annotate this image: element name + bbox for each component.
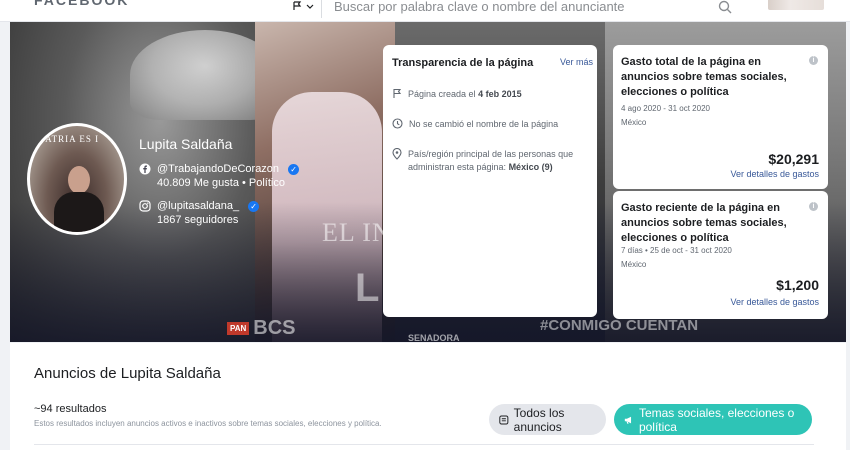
recent-spend-title: Gasto reciente de la página en anuncios … (621, 202, 787, 244)
instagram-row[interactable]: @lupitasaldana_ ✓ 1867 seguidores (139, 200, 260, 226)
total-spend-dates: 4 ago 2020 - 31 oct 2020 (621, 104, 710, 113)
chevron-down-icon (306, 4, 313, 9)
total-spend-title: Gasto total de la página en anuncios sob… (621, 56, 787, 98)
results-title: Anuncios de Lupita Saldaña (34, 365, 221, 382)
profile-body (54, 192, 104, 232)
account-avatar[interactable] (768, 0, 824, 10)
recent-spend-amount: $1,200 (776, 277, 819, 293)
admin-country-row: País/región principal de las personas qu… (392, 148, 582, 174)
flag-icon (393, 88, 402, 98)
top-bar: FACEBOOK Buscar por palabra clave o nomb… (0, 0, 850, 22)
facebook-stats: 40.809 Me gusta • Político (157, 177, 285, 189)
total-spend-country: México (621, 118, 647, 127)
total-spend-details-link[interactable]: Ver detalles de gastos (730, 169, 819, 179)
total-spend-amount: $20,291 (768, 151, 819, 167)
results-description: Estos resultados incluyen anuncios activ… (34, 419, 382, 428)
recent-spend-country: México (621, 260, 647, 269)
name-change-row: No se cambió el nombre de la página (392, 118, 558, 131)
info-icon[interactable]: i (809, 202, 818, 211)
page-created-row: Página creada el 4 feb 2015 (392, 88, 522, 101)
brand-logo[interactable]: FACEBOOK (34, 0, 129, 8)
search-icon[interactable] (718, 0, 732, 14)
instagram-stats: 1867 seguidores (157, 214, 239, 226)
social-issues-button[interactable]: Temas sociales, elecciones o política (614, 404, 812, 435)
poster-role: SENADORA (408, 333, 460, 342)
all-ads-button[interactable]: Todos los anuncios (489, 404, 606, 435)
megaphone-icon (624, 416, 632, 424)
instagram-icon (139, 200, 151, 212)
poster-hashtag: #CONMIGO CUENTAN (540, 317, 699, 334)
instagram-handle: @lupitasaldana_ (157, 200, 240, 212)
country-selector[interactable] (284, 0, 322, 18)
facebook-icon (139, 163, 151, 175)
location-pin-icon (392, 148, 402, 160)
profile-picture[interactable]: PATRIA ES I (27, 123, 127, 235)
results-section: Anuncios de Lupita Saldaña ~94 resultado… (10, 343, 846, 450)
profile-face (68, 166, 90, 194)
page-name[interactable]: Lupita Saldaña (139, 136, 232, 152)
poster-party: PAN BCS (227, 317, 296, 340)
facebook-handle: @TrabajandoDeCorazon (157, 163, 280, 175)
see-more-link[interactable]: Ver más (560, 57, 593, 67)
recent-spend-dates: 7 días • 25 de oct - 31 oct 2020 (621, 246, 732, 255)
info-icon[interactable]: i (809, 56, 818, 65)
transparency-title: Transparencia de la página (392, 57, 534, 69)
recent-spend-card: Gasto reciente de la página en anuncios … (613, 191, 828, 319)
search-placeholder: Buscar por palabra clave o nombre del an… (334, 0, 625, 14)
results-count: ~94 resultados (34, 403, 107, 415)
facebook-row[interactable]: @TrabajandoDeCorazon ✓ 40.809 Me gusta •… (139, 163, 300, 189)
ads-list-icon (499, 414, 509, 425)
recent-spend-details-link[interactable]: Ver detalles de gastos (730, 297, 819, 307)
photo-caption: PATRIA ES I (40, 134, 100, 144)
history-icon (392, 118, 403, 129)
verified-icon: ✓ (248, 200, 260, 212)
divider (34, 444, 814, 445)
flag-icon (292, 1, 301, 10)
total-spend-card: Gasto total de la página en anuncios sob… (613, 45, 828, 189)
poster-tag: PAN (227, 322, 250, 336)
verified-icon: ✓ (288, 163, 300, 175)
search-input[interactable]: Buscar por palabra clave o nombre del an… (322, 0, 744, 18)
transparency-card: Transparencia de la página Ver más Págin… (383, 45, 597, 317)
